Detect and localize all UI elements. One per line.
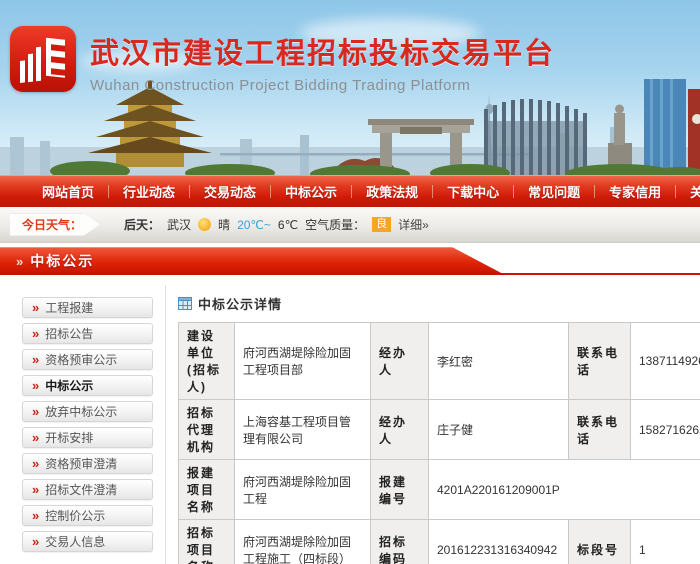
sidebar: » 工程报建 » 招标公告 » 资格预审公示 » 中标公示 » 放弃中标公示 »…: [0, 285, 166, 564]
weather-city: 武汉: [167, 216, 191, 233]
sidebar-item-prequalification-notice[interactable]: » 资格预审公示: [22, 349, 153, 370]
double-chevron-icon: »: [32, 327, 39, 340]
nav-item-trade-news[interactable]: 交易动态: [190, 182, 270, 201]
temp-low: 6℃: [278, 218, 298, 232]
sun-icon: [198, 218, 211, 231]
table-label-cell: 招标项目名称: [179, 520, 235, 564]
sidebar-item-award-notice[interactable]: » 中标公示: [22, 375, 153, 396]
table-value-cell: 府河西湖堤除险加固工程施工（四标段）: [235, 520, 371, 564]
main-panel: 中标公示详情 建设单位(招标人) 府河西湖堤除险加固工程项目部 经办人 李红密 …: [166, 285, 700, 564]
logo-buildings-icon: [10, 26, 76, 92]
table-label-cell: 联系电话: [569, 323, 631, 400]
section-title: 中标公示: [30, 251, 94, 271]
double-chevron-icon: »: [32, 353, 39, 366]
table-value-cell: 15827162657: [631, 400, 700, 460]
double-chevron-icon: »: [32, 379, 39, 392]
main-navigation: 网站首页 行业动态 交易动态 中标公示 政策法规 下载中心 常见问题 专家信用 …: [0, 175, 700, 207]
sidebar-item-tender-announcement[interactable]: » 招标公告: [22, 323, 153, 344]
temp-high: 20℃~: [237, 218, 271, 232]
table-row: 报建项目名称 府河西湖堤除险加固工程 报建编号 4201A22016120900…: [179, 460, 700, 520]
table-label-cell: 招标编码: [371, 520, 429, 564]
award-detail-table: 建设单位(招标人) 府河西湖堤除险加固工程项目部 经办人 李红密 联系电话 13…: [178, 322, 700, 564]
table-label-cell: 联系电话: [569, 400, 631, 460]
content-area: » 工程报建 » 招标公告 » 资格预审公示 » 中标公示 » 放弃中标公示 »…: [0, 285, 700, 564]
nav-item-industry-news[interactable]: 行业动态: [109, 182, 189, 201]
sidebar-item-tender-doc-clarification[interactable]: » 招标文件澄清: [22, 479, 153, 500]
nav-item-home[interactable]: 网站首页: [28, 182, 108, 201]
site-subtitle: Wuhan Construction Project Bidding Tradi…: [90, 77, 555, 94]
table-label-cell: 经办人: [371, 400, 429, 460]
sidebar-item-control-price-notice[interactable]: » 控制价公示: [22, 505, 153, 526]
nav-item-about-us[interactable]: 关于我们: [676, 182, 700, 201]
sidebar-item-trader-info[interactable]: » 交易人信息: [22, 531, 153, 552]
double-chevron-icon: »: [32, 457, 39, 470]
grid-icon: [178, 297, 192, 310]
table-label-cell: 报建项目名称: [179, 460, 235, 520]
weather-bar: 今日天气： 后天： 武汉 晴 20℃~ 6℃ 空气质量： 良 详细»: [0, 207, 700, 243]
table-label-cell: 标段号: [569, 520, 631, 564]
double-chevron-icon: »: [32, 301, 39, 314]
table-value-cell: 4201A220161209001P: [429, 460, 700, 520]
sidebar-item-project-registration[interactable]: » 工程报建: [22, 297, 153, 318]
ribbon-chevron-icon: »: [16, 254, 23, 269]
site-logo[interactable]: [10, 26, 76, 92]
table-row: 建设单位(招标人) 府河西湖堤除险加固工程项目部 经办人 李红密 联系电话 13…: [179, 323, 700, 400]
nav-item-policies[interactable]: 政策法规: [352, 182, 432, 201]
detail-panel-title: 中标公示详情: [198, 294, 282, 313]
double-chevron-icon: »: [32, 535, 39, 548]
section-ribbon-zone: » 中标公示: [0, 243, 700, 285]
site-title: 武汉市建设工程招标投标交易平台: [90, 30, 555, 72]
table-value-cell: 201612231316340942: [429, 520, 569, 564]
table-value-cell: 庄子健: [429, 400, 569, 460]
weather-condition: 晴: [218, 216, 230, 233]
air-quality-badge: 良: [372, 217, 391, 232]
air-quality-label: 空气质量：: [305, 216, 365, 233]
table-value-cell: 上海容基工程项目管理有限公司: [235, 400, 371, 460]
double-chevron-icon: »: [32, 431, 39, 444]
table-label-cell: 招标代理机构: [179, 400, 235, 460]
nav-item-download-center[interactable]: 下载中心: [433, 182, 513, 201]
table-value-cell: 府河西湖堤除险加固工程: [235, 460, 371, 520]
site-banner: 武汉市建设工程招标投标交易平台 Wuhan Construction Proje…: [0, 0, 700, 175]
nav-item-faq[interactable]: 常见问题: [514, 182, 594, 201]
table-label-cell: 报建编号: [371, 460, 429, 520]
table-value-cell: 1: [631, 520, 700, 564]
sidebar-item-abandon-award-notice[interactable]: » 放弃中标公示: [22, 401, 153, 422]
double-chevron-icon: »: [32, 405, 39, 418]
weather-detail-link[interactable]: 详细»: [398, 216, 429, 233]
table-row: 招标代理机构 上海容基工程项目管理有限公司 经办人 庄子健 联系电话 15827…: [179, 400, 700, 460]
nav-item-expert-credit[interactable]: 专家信用: [595, 182, 675, 201]
table-value-cell: 府河西湖堤除险加固工程项目部: [235, 323, 371, 400]
table-label-cell: 经办人: [371, 323, 429, 400]
section-ribbon: » 中标公示: [0, 247, 505, 275]
weather-tag: 今日天气：: [10, 214, 100, 236]
sidebar-item-prequalification-clarification[interactable]: » 资格预审澄清: [22, 453, 153, 474]
table-label-cell: 建设单位(招标人): [179, 323, 235, 400]
weather-day-label: 后天：: [124, 216, 160, 233]
table-row: 招标项目名称 府河西湖堤除险加固工程施工（四标段） 招标编码 201612231…: [179, 520, 700, 564]
double-chevron-icon: »: [32, 483, 39, 496]
table-value-cell: 李红密: [429, 323, 569, 400]
sidebar-item-bid-opening-schedule[interactable]: » 开标安排: [22, 427, 153, 448]
double-chevron-icon: »: [32, 509, 39, 522]
nav-item-award-notice[interactable]: 中标公示: [271, 182, 351, 201]
table-value-cell: 13871149263: [631, 323, 700, 400]
